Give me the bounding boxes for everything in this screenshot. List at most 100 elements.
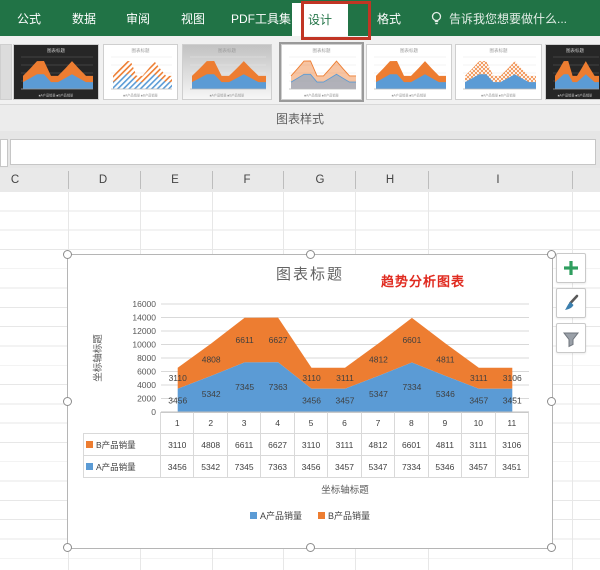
svg-text:7363: 7363	[269, 382, 288, 392]
resize-handle[interactable]	[306, 543, 315, 552]
data-table-value: 4812	[361, 434, 396, 456]
lightbulb-icon	[431, 11, 442, 24]
legend-item: A产品销量	[249, 509, 302, 522]
svg-text:8000: 8000	[137, 353, 156, 363]
data-table-category: 10	[462, 412, 496, 434]
data-table-corner	[83, 412, 161, 434]
data-table-value: 3456	[161, 456, 195, 478]
funnel-icon	[562, 332, 580, 348]
data-table-value: 3456	[294, 456, 329, 478]
svg-text:6601: 6601	[402, 335, 421, 345]
column-header-row[interactable]: C D E F G H I	[0, 168, 600, 193]
svg-text:■A产品销量 ■B产品销量: ■A产品销量 ■B产品销量	[39, 93, 74, 98]
chart-style-thumb-dark[interactable]: 图表标题 ■A产品销量 ■B产品销量	[545, 44, 600, 100]
resize-handle[interactable]	[547, 250, 556, 259]
column-header-E[interactable]: E	[171, 168, 179, 192]
chart-style-thumb-gray-gradient[interactable]: 图表标题 ■A产品销量 ■B产品销量	[182, 44, 272, 100]
svg-text:3111: 3111	[336, 373, 354, 383]
svg-text:图表标题: 图表标题	[490, 47, 508, 54]
svg-text:6627: 6627	[269, 335, 288, 345]
svg-text:■A产品销量 ■B产品销量: ■A产品销量 ■B产品销量	[304, 93, 339, 98]
svg-text:6611: 6611	[235, 335, 254, 345]
chart-filters-button[interactable]	[556, 323, 586, 353]
chart-elements-button[interactable]	[556, 253, 586, 283]
formula-bar-input[interactable]	[10, 139, 596, 165]
data-table-value: 4808	[194, 434, 228, 456]
data-table-series-label: B产品销量	[83, 434, 161, 456]
legend-key-swatch	[249, 512, 257, 519]
data-table-value: 3110	[161, 434, 195, 456]
chart-legend: A产品销量 B产品销量	[68, 509, 552, 522]
svg-text:16000: 16000	[132, 299, 156, 309]
column-header-F[interactable]: F	[243, 168, 250, 192]
ribbon-tab-数据[interactable]: 数据	[72, 0, 96, 36]
resize-handle[interactable]	[547, 543, 556, 552]
ribbon-tab-PDF工具集[interactable]: PDF工具集	[231, 0, 291, 36]
column-header-C[interactable]: C	[11, 168, 19, 192]
resize-handle[interactable]	[63, 397, 72, 406]
ribbon-tab-设计[interactable]: 设计	[292, 3, 349, 36]
svg-text:图表标题: 图表标题	[47, 47, 65, 54]
svg-text:5346: 5346	[436, 389, 455, 399]
excel-window: 公式 数据 审阅 视图 PDF工具集 设计 格式 告诉我您想要做什么... 图表标题 ■A产品…	[0, 0, 600, 570]
ribbon-tab-审阅[interactable]: 审阅	[126, 0, 150, 36]
data-table-value: 3457	[328, 456, 362, 478]
brush-icon	[565, 294, 579, 310]
chart-styles-button[interactable]	[556, 288, 586, 318]
svg-text:14000: 14000	[132, 313, 156, 323]
svg-text:3457: 3457	[336, 395, 355, 405]
resize-handle[interactable]	[63, 543, 72, 552]
x-axis-title: 坐标轴标题	[321, 485, 369, 496]
chart-styles-group-label: 图表样式	[275, 112, 324, 126]
data-table-value: 7345	[227, 456, 262, 478]
chart-style-thumb-pastel[interactable]: 图表标题 ■A产品销量 ■B产品销量	[279, 42, 364, 102]
svg-text:10000: 10000	[132, 340, 156, 350]
chart-object[interactable]: 图表标题 趋势分析图表 3110 3456 4808 5342 6611 7345 6627…	[63, 250, 556, 552]
chart-data-table: 1 2 3 4 5 6 7 8 9 10 11 B产品销量 3110 4808 6611 6627 3110 31…	[83, 412, 529, 478]
chart-style-thumb-diagonal-hatch[interactable]: 图表标题 ■A产品销量 ■B产品销量	[103, 44, 178, 100]
data-table-value: 7334	[395, 456, 429, 478]
spreadsheet-grid[interactable]: 图表标题 趋势分析图表 3110 3456 4808 5342 6611 7345 6627…	[0, 192, 600, 570]
svg-text:3110: 3110	[302, 373, 321, 383]
grid-line	[572, 192, 573, 570]
resize-handle[interactable]	[306, 250, 315, 259]
ribbon-tab-视图[interactable]: 视图	[181, 0, 205, 36]
svg-text:■A产品销量 ■B产品销量: ■A产品销量 ■B产品销量	[558, 93, 593, 98]
tell-me-label: 告诉我您想要做什么...	[449, 11, 568, 26]
ribbon-tab-公式[interactable]: 公式	[17, 0, 41, 36]
data-table-category: 6	[328, 412, 362, 434]
chart-style-thumb-edge-sliver[interactable]	[0, 44, 12, 100]
data-table-value: 5346	[428, 456, 463, 478]
chart-style-thumb-grid-hatch[interactable]: 图表标题 ■A产品销量 ■B产品销量	[455, 44, 542, 100]
ribbon-tab-bar: 公式 数据 审阅 视图 PDF工具集 设计 格式 告诉我您想要做什么...	[0, 0, 600, 40]
column-separator	[355, 171, 356, 189]
formula-bar-area	[0, 131, 600, 169]
legend-key-swatch	[318, 512, 325, 519]
svg-text:图表标题: 图表标题	[400, 47, 418, 54]
svg-text:图表标题: 图表标题	[132, 47, 150, 54]
chart-style-thumb-standard[interactable]: 图表标题 ■A产品销量 ■B产品销量	[366, 44, 452, 100]
data-table-value: 3110	[294, 434, 329, 456]
data-table-category: 8	[395, 412, 429, 434]
name-box-edge	[0, 139, 8, 167]
column-header-D[interactable]: D	[99, 168, 107, 192]
column-header-I[interactable]: I	[496, 168, 499, 192]
column-header-H[interactable]: H	[386, 168, 394, 192]
chart-style-thumb-dark[interactable]: 图表标题 ■A产品销量 ■B产品销量	[13, 44, 99, 100]
data-table-value: 6601	[395, 434, 429, 456]
gallery-group-label-band: 图表样式	[0, 104, 600, 133]
tell-me-box[interactable]: 告诉我您想要做什么...	[430, 0, 567, 36]
svg-text:12000: 12000	[132, 326, 156, 336]
data-table-value: 5342	[194, 456, 228, 478]
svg-text:4811: 4811	[436, 355, 455, 365]
resize-handle[interactable]	[547, 397, 556, 406]
svg-text:4812: 4812	[369, 355, 388, 365]
column-header-G[interactable]: G	[316, 168, 325, 192]
ribbon-tab-格式[interactable]: 格式	[377, 0, 401, 36]
data-table-category: 11	[495, 412, 529, 434]
resize-handle[interactable]	[63, 250, 72, 259]
column-separator	[212, 171, 213, 189]
data-table-category: 4	[261, 412, 295, 434]
data-table-value: 6611	[227, 434, 262, 456]
svg-text:■A产品销量 ■B产品销量: ■A产品销量 ■B产品销量	[481, 93, 516, 98]
